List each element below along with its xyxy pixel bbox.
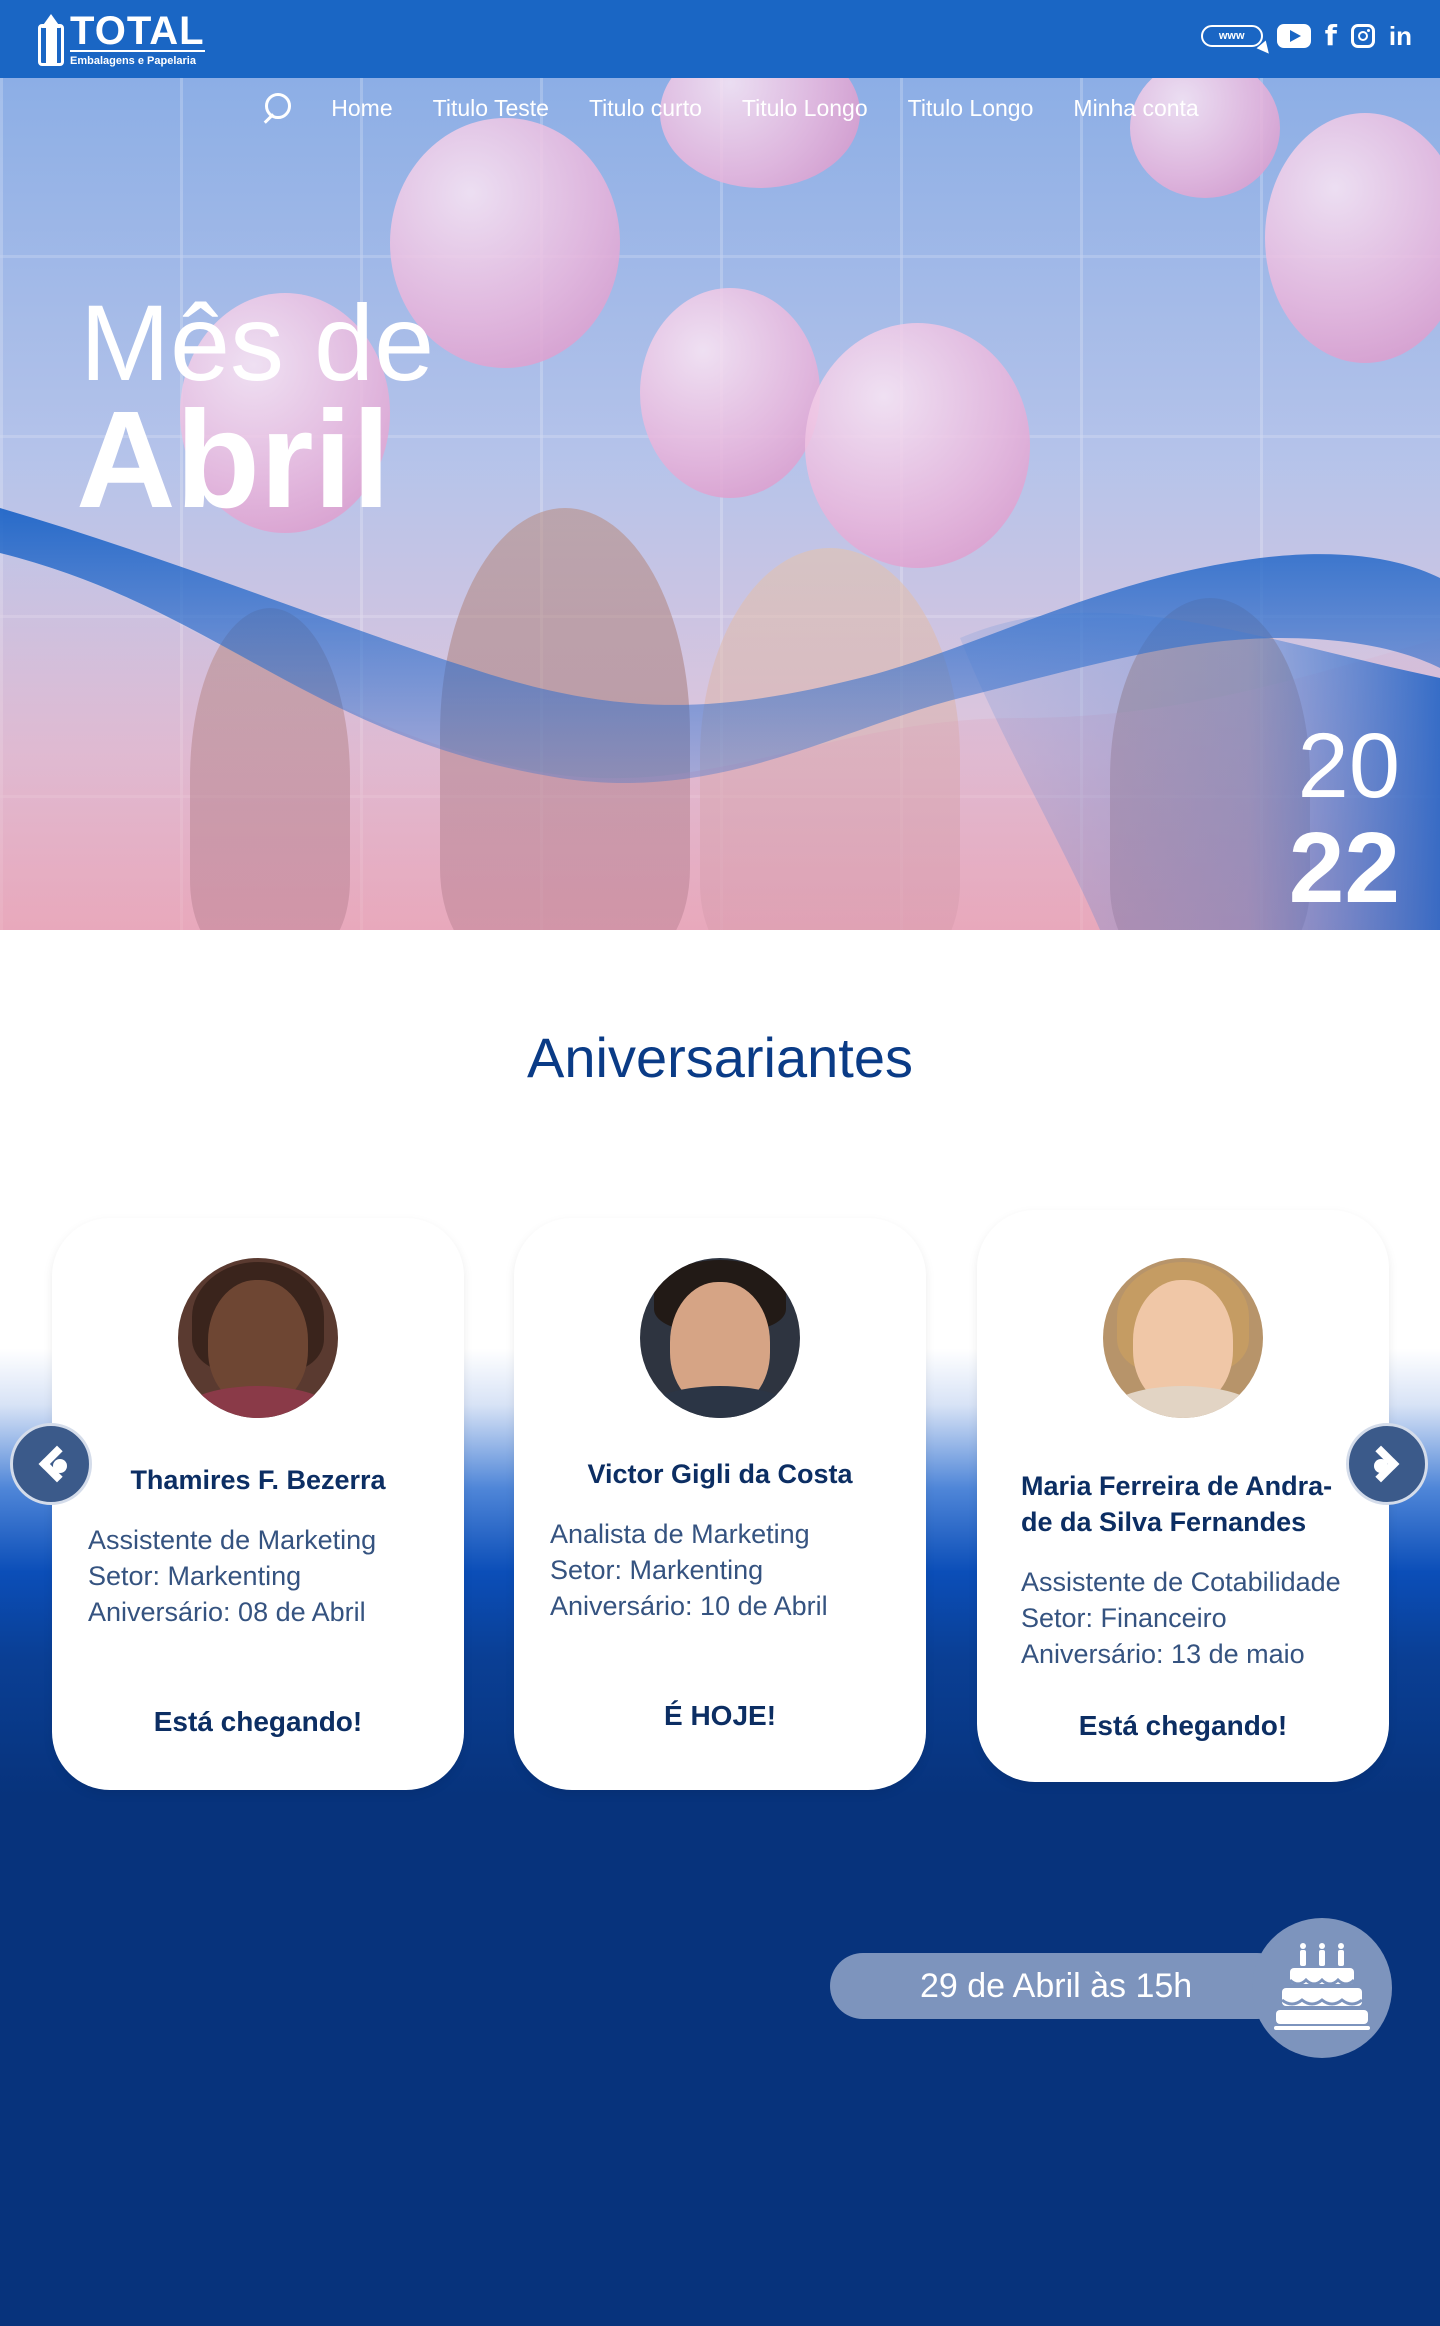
birthday-status: É HOJE!	[663, 1700, 777, 1731]
carousel-next-button[interactable]	[1346, 1423, 1428, 1505]
person-role: Assistente de Marketing	[88, 1525, 377, 1555]
person-sector: Setor: Markenting	[550, 1555, 764, 1585]
nav-item-titulo-teste[interactable]: Titulo Teste	[433, 95, 549, 122]
person-name: Victor Gigli da Costa	[587, 1459, 853, 1489]
person-birthday: Aniversário: 13 de maio	[1021, 1639, 1305, 1669]
youtube-icon[interactable]	[1276, 24, 1311, 48]
cursor-icon	[1256, 40, 1274, 58]
facebook-icon[interactable]: f	[1325, 22, 1337, 50]
website-link-label: www	[1218, 30, 1245, 42]
main-nav: Home Titulo Teste Titulo curto Titulo Lo…	[0, 78, 1440, 138]
person-sector: Setor: Financeiro	[1021, 1603, 1227, 1633]
nav-item-minha-conta[interactable]: Minha conta	[1073, 95, 1198, 122]
person-role: Assistente de Cotabilidade	[1021, 1567, 1341, 1597]
birthday-status: Está chegando!	[1078, 1710, 1288, 1741]
person-name-line1: Maria Ferreira de Andra-	[1021, 1471, 1333, 1501]
person-birthday: Aniversário: 08 de Abril	[88, 1597, 366, 1627]
brand-name: TOTAL	[70, 9, 205, 53]
hero-title-line2: Abril	[76, 383, 391, 537]
search-icon[interactable]	[261, 93, 292, 123]
person-sector: Setor: Markenting	[88, 1561, 302, 1591]
nav-item-titulo-longo[interactable]: Titulo Longo	[742, 95, 868, 122]
hero-year-top: 20	[1297, 715, 1400, 817]
person-name-line2: de da Silva Fernandes	[1021, 1507, 1307, 1537]
brand-tagline: Embalagens e Papelaria	[70, 55, 196, 67]
website-link-icon[interactable]: www	[1200, 25, 1274, 58]
nav-item-home[interactable]: Home	[331, 95, 392, 122]
hero-year-bottom: 22	[1288, 812, 1400, 924]
cake-icon	[1252, 1918, 1392, 2058]
logo-arrow-icon	[38, 14, 64, 66]
avatar	[640, 1258, 800, 1418]
instagram-icon[interactable]	[1350, 24, 1375, 48]
party-date-label: 29 de Abril às 15h	[920, 1966, 1193, 2005]
social-links: www f in	[1200, 22, 1412, 58]
linkedin-icon[interactable]: in	[1389, 23, 1412, 49]
birthday-card: Thamires F. Bezerra Assistente de Market…	[52, 1218, 464, 1790]
party-date-pill: 29 de Abril às 15h	[830, 1953, 1290, 2019]
section-title: Aniversariantes	[527, 1026, 913, 1089]
birthday-card: Maria Ferreira de Andra- de da Silva Fer…	[977, 1210, 1389, 1782]
person-role: Analista de Marketing	[550, 1519, 810, 1549]
top-bar: TOTAL Embalagens e Papelaria www f in	[0, 0, 1440, 78]
person-birthday: Aniversário: 10 de Abril	[550, 1591, 828, 1621]
person-name: Thamires F. Bezerra	[130, 1465, 386, 1495]
nav-item-titulo-longo-2[interactable]: Titulo Longo	[908, 95, 1034, 122]
birthday-card: Victor Gigli da Costa Analista de Market…	[514, 1218, 926, 1790]
avatar	[1103, 1258, 1263, 1418]
birthday-status: Está chegando!	[153, 1706, 363, 1737]
person-name: Maria Ferreira de Andra- de da Silva Fer…	[977, 1468, 1389, 1540]
hero-banner: Home Titulo Teste Titulo curto Titulo Lo…	[0, 78, 1440, 930]
carousel-prev-button[interactable]	[10, 1423, 92, 1505]
avatar	[178, 1258, 338, 1418]
brand-logo[interactable]: TOTAL Embalagens e Papelaria	[38, 9, 205, 68]
hero-title-line1: Mês de	[80, 282, 435, 403]
nav-item-titulo-curto[interactable]: Titulo curto	[589, 95, 702, 122]
